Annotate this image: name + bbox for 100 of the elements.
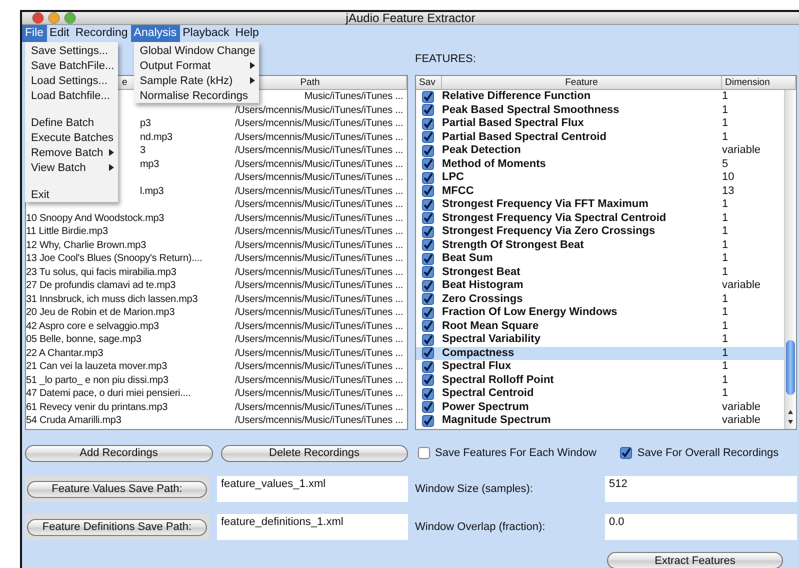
table-cell: 1 xyxy=(722,225,728,237)
table-cell: 1 xyxy=(722,212,728,224)
checkbox[interactable] xyxy=(422,320,434,332)
menu-entry[interactable]: Load Settings... xyxy=(25,73,118,88)
menu-entry[interactable]: Save Settings... xyxy=(25,43,118,58)
checkbox[interactable] xyxy=(422,293,434,306)
checkbox[interactable] xyxy=(620,447,632,459)
minimize-button[interactable] xyxy=(48,12,60,24)
table-cell: 11 Little Birdie.mp3 xyxy=(26,226,108,237)
checkbox[interactable] xyxy=(422,347,434,360)
table-cell: Beat Sum xyxy=(442,252,493,264)
menu-entry[interactable]: Exit xyxy=(25,187,118,202)
menu-item[interactable]: Edit xyxy=(46,25,72,42)
path-field[interactable]: feature_values_1.xml xyxy=(217,476,408,502)
table-cell: Method of Moments xyxy=(442,158,546,170)
checkbox[interactable] xyxy=(422,212,434,224)
table-cell: 1 xyxy=(722,266,728,278)
table-cell: /Users/mcennis/Music/iTunes/iTunes ... xyxy=(234,307,403,318)
column-header[interactable]: Path xyxy=(300,77,320,88)
table-cell: Peak Based Spectral Smoothness xyxy=(442,104,620,116)
extract-button[interactable]: Extract Features xyxy=(607,552,783,568)
table-cell: /Users/mcennis/Music/iTunes/iTunes ... xyxy=(234,212,403,224)
checkbox[interactable] xyxy=(418,447,430,459)
checkbox[interactable] xyxy=(422,239,434,252)
menu-item[interactable]: File xyxy=(22,25,47,42)
menu-entry[interactable]: Normalise Recordings xyxy=(134,88,260,103)
menu-item[interactable]: Analysis xyxy=(130,25,180,42)
zoom-button[interactable] xyxy=(64,12,76,24)
table-cell: 31 Innsbruck, ich muss dich lassen.mp3 xyxy=(26,294,198,304)
table-cell: 10 xyxy=(722,171,734,183)
menu-entry[interactable]: Execute Batches xyxy=(25,130,118,145)
menu-entry[interactable]: Load Batchfile... xyxy=(25,88,118,103)
close-button[interactable] xyxy=(32,12,44,24)
checkbox-label[interactable]: Save Features For Each Window xyxy=(435,447,596,459)
table-cell: 27 De profundis clamavi ad te.mp3 xyxy=(26,280,176,291)
save-path-button[interactable]: Feature Values Save Path: xyxy=(27,480,207,498)
checkbox[interactable] xyxy=(422,280,434,292)
table-cell: variable xyxy=(722,400,761,412)
menu-entry[interactable]: Output Format xyxy=(134,58,260,73)
section-label: FEATURES: xyxy=(415,52,476,64)
table-cell: Relative Difference Function xyxy=(442,90,591,102)
checkbox[interactable] xyxy=(422,266,434,278)
checkbox[interactable] xyxy=(422,198,434,211)
checkbox[interactable] xyxy=(422,252,434,265)
checkbox[interactable] xyxy=(422,334,434,346)
field-label: Window Size (samples): xyxy=(415,483,533,495)
table-cell: /Users/mcennis/Music/iTunes/iTunes ... xyxy=(234,374,403,386)
column-header[interactable]: Dimension xyxy=(722,76,796,89)
table-cell: /Users/mcennis/Music/iTunes/iTunes ... xyxy=(234,145,403,156)
table-cell: 12 Why, Charlie Brown.mp3 xyxy=(26,240,146,250)
menu-entry[interactable]: Global Window Change xyxy=(134,43,260,58)
checkbox[interactable] xyxy=(422,226,434,238)
table-cell: /Users/mcennis/Music/iTunes/iTunes ... xyxy=(234,334,403,345)
recording-button[interactable]: Add Recordings xyxy=(25,444,212,462)
path-field[interactable]: feature_definitions_1.xml xyxy=(217,514,408,540)
menu-entry[interactable]: Define Batch xyxy=(25,115,118,130)
table-cell: Magnitude Spectrum xyxy=(442,414,551,426)
checkbox[interactable] xyxy=(422,104,434,116)
menu-entry[interactable]: Save BatchFile... xyxy=(25,58,118,73)
checkbox[interactable] xyxy=(422,414,434,427)
recording-button[interactable]: Delete Recordings xyxy=(220,444,408,462)
scroll-thumb[interactable] xyxy=(786,340,795,395)
table-cell: /Users/mcennis/Music/iTunes/iTunes ... xyxy=(234,199,403,210)
save-path-button[interactable]: Feature Definitions Save Path: xyxy=(27,518,207,536)
table-cell: 1 xyxy=(722,387,728,399)
table-cell: /Users/mcennis/Music/iTunes/iTunes ... xyxy=(234,415,403,426)
checkbox[interactable] xyxy=(422,144,434,157)
table-cell: Strongest Beat xyxy=(442,266,520,278)
table-cell: 1 xyxy=(722,252,728,264)
input-field[interactable]: 512 xyxy=(605,476,797,502)
column-header[interactable]: Feature xyxy=(442,76,722,89)
checkbox[interactable] xyxy=(422,360,434,373)
input-field[interactable]: 0.0 xyxy=(605,514,797,540)
scrollbar[interactable] xyxy=(784,90,796,429)
column-header[interactable]: Sav xyxy=(416,76,442,89)
table-cell: Peak Detection xyxy=(442,144,521,156)
checkbox[interactable] xyxy=(422,401,434,414)
table-cell: 05 Belle, bonne, sage.mp3 xyxy=(26,334,142,345)
table-cell: nd.mp3 xyxy=(140,132,172,142)
table-cell: 42 Aspro core e selvaggio.mp3 xyxy=(26,320,159,332)
checkbox[interactable] xyxy=(422,388,434,400)
window-title: jAudio Feature Extractor xyxy=(346,11,476,25)
checkbox-label[interactable]: Save For Overall Recordings xyxy=(637,447,779,459)
menu-item[interactable]: Playback xyxy=(180,25,232,42)
menu-entry[interactable]: View Batch xyxy=(25,160,118,175)
checkbox[interactable] xyxy=(422,172,434,184)
table-cell: 1 xyxy=(722,374,728,386)
table-cell: Strength Of Strongest Beat xyxy=(442,238,584,250)
checkbox[interactable] xyxy=(422,374,434,386)
menu-item[interactable]: Help xyxy=(232,25,262,42)
checkbox[interactable] xyxy=(422,306,434,319)
menu-entry[interactable]: Remove Batch xyxy=(25,145,118,160)
checkbox[interactable] xyxy=(422,158,434,170)
checkbox[interactable] xyxy=(422,131,434,144)
menu-entry[interactable]: Sample Rate (kHz) xyxy=(134,73,260,88)
checkbox[interactable] xyxy=(422,118,434,130)
checkbox[interactable] xyxy=(422,90,434,103)
checkbox[interactable] xyxy=(422,185,434,198)
menu-item[interactable]: Recording xyxy=(72,25,131,42)
column-header[interactable]: e xyxy=(122,77,128,88)
